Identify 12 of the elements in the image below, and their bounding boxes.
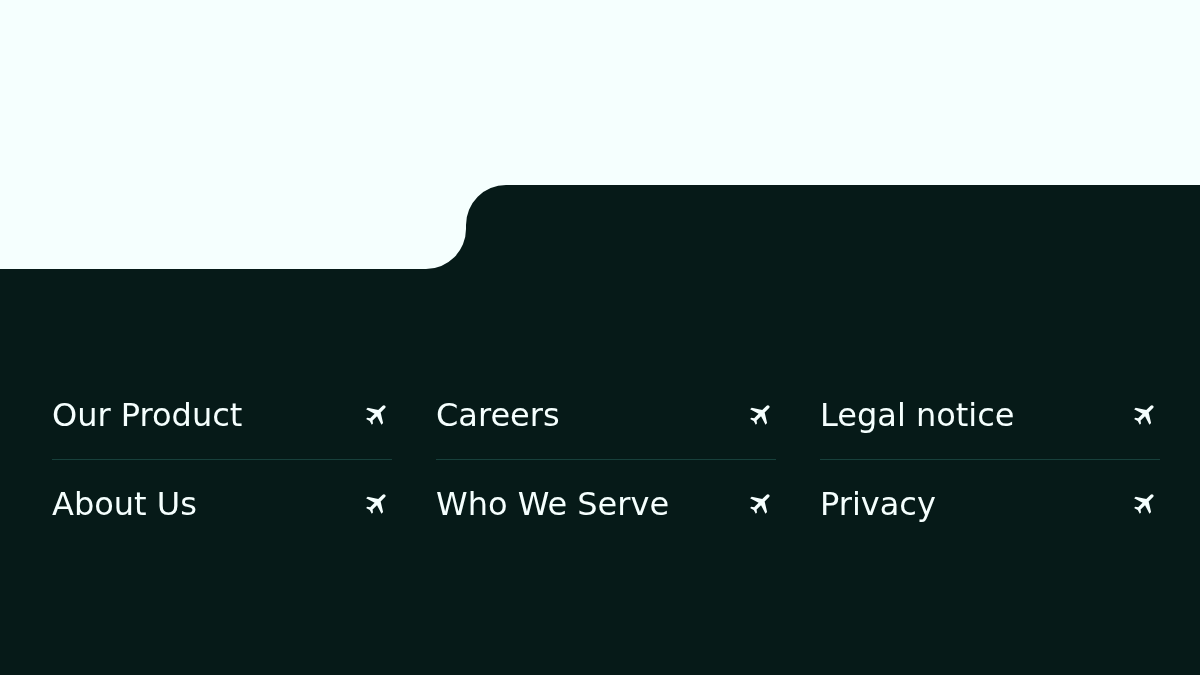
footer-link[interactable]: Legal notice <box>820 371 1160 459</box>
footer-link[interactable]: About Us <box>52 460 392 548</box>
airplane-icon <box>366 405 386 425</box>
footer-link[interactable]: Who We Serve <box>436 460 776 548</box>
airplane-icon <box>366 494 386 514</box>
airplane-icon <box>1134 494 1154 514</box>
airplane-icon <box>750 405 770 425</box>
footer-link[interactable]: Careers <box>436 371 776 459</box>
footer-link[interactable]: Privacy <box>820 460 1160 548</box>
footer-link[interactable]: Our Product <box>52 371 392 459</box>
airplane-icon <box>1134 405 1154 425</box>
airplane-icon <box>750 494 770 514</box>
